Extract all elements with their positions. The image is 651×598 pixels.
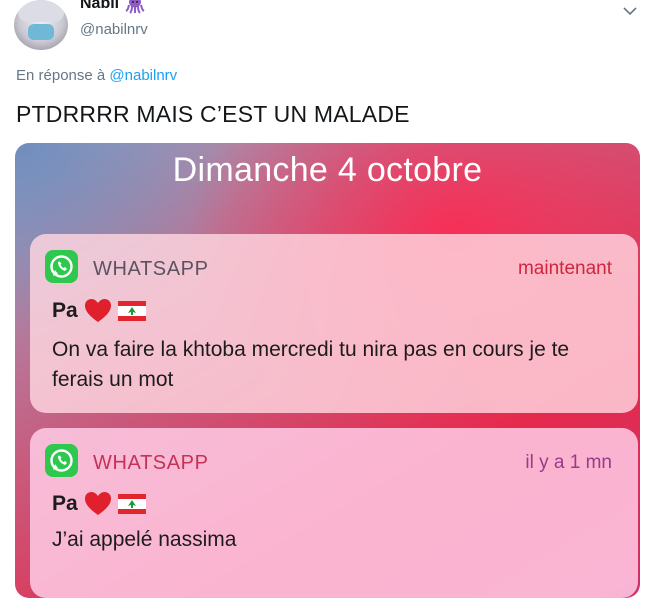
author-name-row[interactable]: Nabil — [80, 0, 145, 14]
attached-image[interactable]: Dimanche 4 octobre WHATSAPP maintenant P… — [15, 143, 640, 598]
display-name[interactable]: Nabil — [80, 0, 119, 13]
notification-time: il y a 1 mn — [525, 452, 612, 473]
notification-message: J’ai appelé nassima — [52, 528, 237, 551]
red-heart-emoji-icon — [84, 299, 111, 322]
notification-card: WHATSAPP il y a 1 mn Pa J’ai appelé nass… — [30, 428, 638, 598]
notification-sender: Pa — [52, 299, 78, 322]
octopus-emoji-icon — [125, 0, 145, 14]
reply-prefix: En réponse à — [16, 67, 106, 84]
avatar[interactable] — [14, 0, 68, 50]
whatsapp-icon — [45, 250, 78, 283]
reply-to-link[interactable]: @nabilnrv — [109, 67, 177, 84]
notification-time: maintenant — [517, 258, 612, 279]
notification-card: WHATSAPP maintenant Pa On va faire la kh… — [30, 234, 638, 413]
author-handle[interactable]: @nabilnrv — [80, 21, 148, 38]
tweet-text: PTDRRRR MAIS C’EST UN MALADE — [16, 101, 410, 127]
whatsapp-icon — [45, 444, 78, 477]
avatar-hair — [18, 0, 64, 22]
notification-sender-row: Pa — [52, 298, 146, 324]
notification-app-name: WHATSAPP — [93, 452, 209, 474]
chevron-down-icon[interactable] — [618, 2, 642, 20]
notification-app-name: WHATSAPP — [93, 258, 209, 280]
avatar-mask — [28, 24, 54, 40]
notification-message: On va faire la khtoba mercredi tu nira p… — [52, 338, 570, 391]
notification-sender-row: Pa — [52, 491, 146, 517]
lockscreen-date: Dimanche 4 octobre — [172, 151, 483, 189]
notification-sender: Pa — [52, 492, 78, 515]
red-heart-emoji-icon — [84, 492, 111, 515]
reply-context: En réponse à @nabilnrv — [16, 67, 177, 84]
lebanon-flag-icon — [117, 494, 146, 514]
lebanon-flag-icon — [117, 301, 146, 321]
tweet-header: Nabil @nabilnrv — [0, 0, 651, 60]
